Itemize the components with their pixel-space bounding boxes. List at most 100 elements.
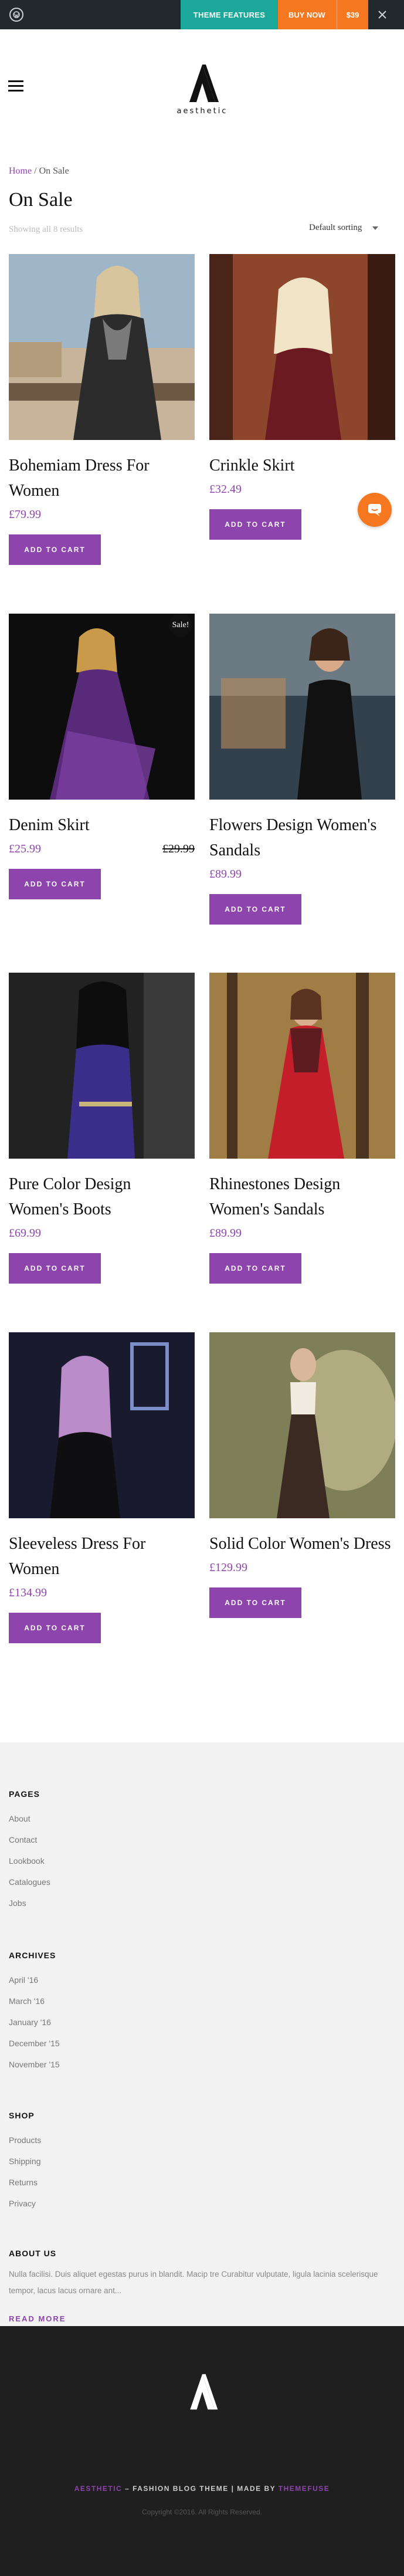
footer-link[interactable]: April '16 bbox=[9, 1975, 60, 1996]
product-price: £89.99 bbox=[209, 868, 242, 881]
breadcrumb-current: On Sale bbox=[39, 166, 69, 176]
product-image[interactable] bbox=[209, 1332, 395, 1518]
footer-link[interactable]: Jobs bbox=[9, 1898, 50, 1920]
product-card: Sleeveless Dress For Women £134.99 ADD T… bbox=[9, 1332, 195, 1643]
product-name[interactable]: Flowers Design Women's Sandals bbox=[209, 813, 395, 863]
footer-link[interactable]: Lookbook bbox=[9, 1856, 50, 1877]
product-image[interactable] bbox=[9, 973, 195, 1159]
footer-link[interactable]: November '15 bbox=[9, 2060, 60, 2081]
footer-archives-heading: ARCHIVES bbox=[9, 1951, 56, 1960]
breadcrumb: Home / On Sale bbox=[9, 166, 69, 177]
breadcrumb-separator: / bbox=[32, 166, 39, 176]
close-icon[interactable] bbox=[375, 8, 389, 22]
product-price: £69.99 bbox=[9, 1227, 41, 1240]
footer-link[interactable]: Returns bbox=[9, 2178, 41, 2199]
add-to-cart-button[interactable]: ADD TO CART bbox=[209, 1253, 301, 1284]
sort-select-label: Default sorting bbox=[309, 223, 362, 232]
product-name[interactable]: Pure Color Design Women's Boots bbox=[9, 1172, 195, 1222]
product-card: Rhinestones Design Women's Sandals £89.9… bbox=[209, 973, 395, 1284]
add-to-cart-button[interactable]: ADD TO CART bbox=[9, 1253, 101, 1284]
product-card: Sale! Denim Skirt £25.99 £29.99 ADD TO C… bbox=[9, 614, 195, 899]
product-image[interactable] bbox=[9, 254, 195, 440]
footer-link[interactable]: About bbox=[9, 1814, 50, 1835]
footer-credits-text: – FASHION BLOG THEME | MADE BY bbox=[122, 2484, 279, 2493]
site-logo[interactable]: aesthetic bbox=[176, 63, 229, 128]
product-price: £89.99 bbox=[209, 1227, 242, 1240]
footer-link[interactable]: Contact bbox=[9, 1835, 50, 1856]
footer-archives: ARCHIVES April '16 March '16 January '16… bbox=[9, 1951, 60, 2081]
product-image[interactable] bbox=[209, 614, 395, 800]
product-name[interactable]: Denim Skirt bbox=[9, 813, 195, 838]
product-image[interactable] bbox=[209, 254, 395, 440]
product-name[interactable]: Rhinestones Design Women's Sandals bbox=[209, 1172, 395, 1222]
footer-link[interactable]: January '16 bbox=[9, 2018, 60, 2039]
product-old-price: £29.99 bbox=[162, 842, 195, 855]
product-card: Pure Color Design Women's Boots £69.99 A… bbox=[9, 973, 195, 1284]
product-prices: £134.99 bbox=[9, 1586, 195, 1600]
product-price: £32.49 bbox=[209, 483, 242, 496]
add-to-cart-button[interactable]: ADD TO CART bbox=[9, 869, 101, 899]
product-prices: £25.99 £29.99 bbox=[9, 842, 195, 856]
footer-link[interactable]: Products bbox=[9, 2135, 41, 2157]
footer-about-heading: ABOUT US bbox=[9, 2249, 57, 2258]
logo-a-mark bbox=[189, 65, 219, 102]
footer-about: ABOUT US Nulla facilisi. Duis aliquet eg… bbox=[9, 2249, 384, 2323]
product-card: Flowers Design Women's Sandals £89.99 AD… bbox=[209, 614, 395, 925]
add-to-cart-button[interactable]: ADD TO CART bbox=[9, 1613, 101, 1643]
footer-link[interactable]: March '16 bbox=[9, 1996, 60, 2018]
buy-now-label: BUY NOW bbox=[288, 10, 325, 19]
admin-top-bar: THEME FEATURES BUY NOW $39 bbox=[0, 0, 404, 29]
read-more-link[interactable]: READ MORE bbox=[9, 2314, 384, 2323]
product-name[interactable]: Solid Color Women's Dress bbox=[209, 1531, 395, 1556]
footer-shop-heading: SHOP bbox=[9, 2111, 35, 2120]
product-price: £134.99 bbox=[9, 1586, 47, 1599]
hamburger-menu-icon[interactable] bbox=[8, 80, 23, 92]
buy-price: $39 bbox=[337, 0, 368, 29]
breadcrumb-home-link[interactable]: Home bbox=[9, 166, 32, 176]
product-name[interactable]: Sleeveless Dress For Women bbox=[9, 1531, 195, 1582]
product-prices: £89.99 bbox=[209, 1227, 395, 1240]
product-prices: £79.99 bbox=[9, 508, 195, 522]
product-image[interactable] bbox=[9, 1332, 195, 1518]
product-card: Bohemiam Dress For Women £79.99 ADD TO C… bbox=[9, 254, 195, 565]
product-image[interactable] bbox=[209, 973, 395, 1159]
footer-link[interactable]: Shipping bbox=[9, 2157, 41, 2178]
footer-shop: SHOP Products Shipping Returns Privacy bbox=[9, 2111, 41, 2220]
footer-link[interactable]: Catalogues bbox=[9, 1877, 50, 1898]
footer-link[interactable]: December '15 bbox=[9, 2039, 60, 2060]
chat-bubble-icon[interactable] bbox=[358, 493, 392, 527]
product-price: £129.99 bbox=[209, 1561, 247, 1574]
footer-maker-link[interactable]: THEMEFUSE bbox=[279, 2484, 330, 2493]
footer-about-text: Nulla facilisi. Duis aliquet egestas pur… bbox=[9, 2270, 378, 2295]
chevron-down-icon bbox=[372, 226, 379, 230]
footer-pages: PAGES About Contact Lookbook Catalogues … bbox=[9, 1789, 50, 1920]
footer-widgets: PAGES About Contact Lookbook Catalogues … bbox=[0, 1742, 404, 2326]
add-to-cart-button[interactable]: ADD TO CART bbox=[9, 534, 101, 565]
theme-features-button[interactable]: THEME FEATURES bbox=[181, 0, 278, 29]
site-footer: AESTHETIC – FASHION BLOG THEME | MADE BY… bbox=[0, 2326, 404, 2576]
wordpress-icon[interactable] bbox=[9, 8, 23, 22]
product-name[interactable]: Crinkle Skirt bbox=[209, 453, 395, 478]
add-to-cart-button[interactable]: ADD TO CART bbox=[209, 894, 301, 925]
product-card: Solid Color Women's Dress £129.99 ADD TO… bbox=[209, 1332, 395, 1618]
footer-link[interactable]: Privacy bbox=[9, 2199, 41, 2220]
product-prices: £69.99 bbox=[9, 1227, 195, 1240]
footer-brand-link[interactable]: AESTHETIC bbox=[74, 2484, 123, 2493]
product-prices: £89.99 bbox=[209, 868, 395, 881]
copyright: Copyright ©2016. All Rights Reserved. bbox=[142, 2508, 262, 2516]
product-image[interactable]: Sale! bbox=[9, 614, 195, 800]
product-price: £79.99 bbox=[9, 508, 41, 521]
add-to-cart-button[interactable]: ADD TO CART bbox=[209, 1587, 301, 1618]
buy-now-button[interactable]: BUY NOW $39 bbox=[278, 0, 368, 29]
logo-text: aesthetic bbox=[176, 107, 228, 116]
results-count: Showing all 8 results bbox=[9, 225, 83, 234]
product-prices: £129.99 bbox=[209, 1561, 395, 1575]
sort-select[interactable]: Default sorting bbox=[309, 223, 379, 233]
footer-logo-icon[interactable] bbox=[186, 2373, 218, 2412]
footer-pages-heading: PAGES bbox=[9, 1789, 40, 1799]
page-title: On Sale bbox=[9, 189, 73, 211]
sale-badge: Sale! bbox=[169, 614, 192, 637]
product-name[interactable]: Bohemiam Dress For Women bbox=[9, 453, 195, 503]
footer-credits: AESTHETIC – FASHION BLOG THEME | MADE BY… bbox=[0, 2484, 404, 2493]
add-to-cart-button[interactable]: ADD TO CART bbox=[209, 509, 301, 540]
